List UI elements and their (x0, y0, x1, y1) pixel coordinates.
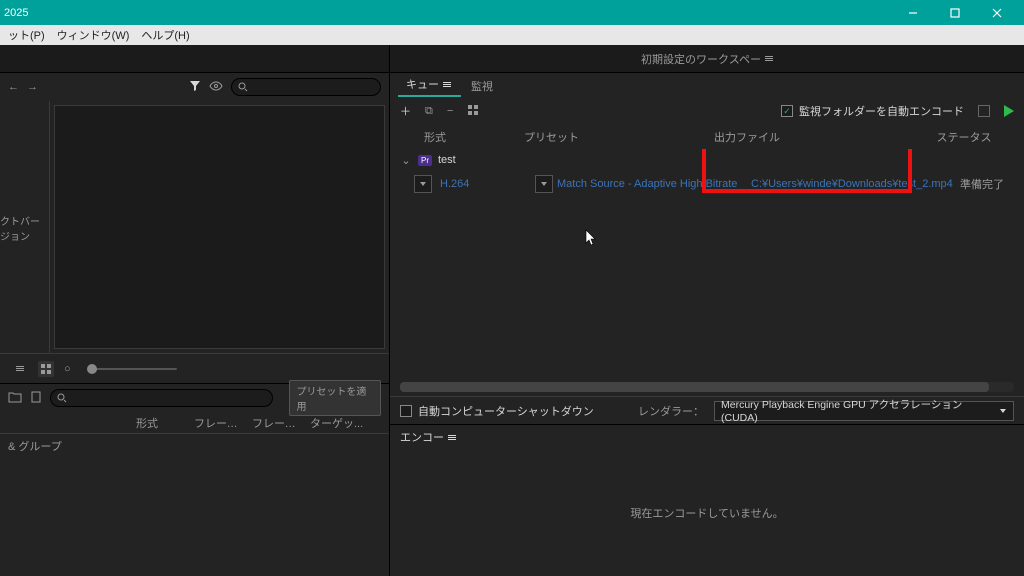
encoding-menu-icon[interactable] (448, 435, 456, 440)
preset-dropdown[interactable] (535, 175, 553, 193)
queue-col-output[interactable]: 出力ファイル (714, 129, 914, 145)
queue-row-status: 準備完了 (960, 176, 1014, 192)
tree-sidebar-label: クトバージョン (0, 101, 50, 353)
thumbnail-size-slider[interactable] (87, 368, 177, 370)
preset-search-input[interactable] (50, 389, 273, 407)
workspace-bar-right: 初期設定のワークスペー (390, 45, 1024, 73)
media-search-input[interactable] (231, 78, 381, 96)
renderer-dropdown[interactable]: Mercury Playback Engine GPU アクセラレーション (C… (714, 401, 1014, 421)
queue-row-preset[interactable]: Match Source - Adaptive High Bitrate (557, 178, 747, 190)
media-tree[interactable] (54, 105, 385, 349)
preset-row[interactable] (0, 482, 389, 506)
preset-browser-panel: プリセットを適用 形式 フレーム... フレーム... ターゲッ... & グル… (0, 383, 389, 576)
checkbox-icon (400, 405, 412, 417)
auto-shutdown-label: 自動コンピューターシャットダウン (418, 403, 594, 419)
close-button[interactable] (976, 0, 1018, 25)
disclosure-triangle-icon[interactable]: ⌄ (400, 154, 412, 167)
menu-preset[interactable]: ット(P) (2, 27, 51, 43)
preset-col-format[interactable]: 形式 (130, 415, 188, 431)
filter-icon[interactable] (189, 80, 201, 95)
tab-queue-label: キュー (406, 76, 439, 92)
queue-col-preset[interactable]: プリセット (524, 129, 714, 145)
preset-folder-icon[interactable] (8, 391, 22, 406)
preset-header-row: 形式 フレーム... フレーム... ターゲッ... (0, 412, 389, 434)
queue-header-row: 形式 プリセット 出力ファイル ステータス (390, 125, 1024, 149)
queue-group[interactable]: ⌄ Pr test (400, 149, 1014, 171)
zoom-slider-dot-icon: ○ (64, 363, 71, 375)
queue-row-output[interactable]: C:¥Users¥winde¥Downloads¥test_2.mp4 (751, 178, 956, 190)
queue-panel: キュー 監視 ＋ ⧉ − 監視フォルダーを自動エンコード (390, 73, 1024, 425)
checkbox-icon (781, 105, 793, 117)
workspace-menu-icon[interactable] (765, 56, 773, 61)
app-year: 2025 (4, 7, 28, 19)
workspace-bar-left (0, 45, 389, 73)
tab-queue[interactable]: キュー (398, 73, 461, 97)
auto-encode-label: 監視フォルダーを自動エンコード (799, 103, 964, 119)
preset-row[interactable]: & グループ (0, 434, 389, 458)
workspace-label[interactable]: 初期設定のワークスペー (641, 51, 761, 67)
queue-bottom-bar: 自動コンピューターシャットダウン レンダラー： Mercury Playback… (390, 396, 1024, 424)
preset-list[interactable]: & グループ (0, 434, 389, 576)
queue-col-status[interactable]: ステータス (914, 129, 1014, 145)
media-browser-panel: ← → クトバージョン (0, 73, 389, 383)
tab-watch[interactable]: 監視 (463, 75, 503, 97)
list-view-icon[interactable] (12, 361, 28, 377)
nav-forward-icon[interactable]: → (27, 81, 38, 93)
reorder-icon[interactable] (467, 104, 479, 119)
titlebar: 2025 (0, 0, 1024, 25)
format-dropdown[interactable] (414, 175, 432, 193)
stop-button[interactable] (978, 105, 990, 117)
auto-shutdown-checkbox[interactable]: 自動コンピューターシャットダウン (400, 403, 594, 419)
preset-col-target[interactable]: ターゲッ... (304, 415, 389, 431)
visibility-icon[interactable] (209, 81, 223, 94)
premiere-badge-icon: Pr (418, 155, 432, 166)
renderer-label: レンダラー： (638, 403, 704, 419)
preset-new-icon[interactable] (30, 391, 42, 406)
add-source-button[interactable]: ＋ (400, 103, 411, 119)
preset-row[interactable] (0, 458, 389, 482)
menu-help[interactable]: ヘルプ(H) (135, 27, 195, 43)
menu-window[interactable]: ウィンドウ(W) (51, 27, 136, 43)
preset-col-frame1[interactable]: フレーム... (188, 415, 246, 431)
maximize-button[interactable] (934, 0, 976, 25)
renderer-value: Mercury Playback Engine GPU アクセラレーション (C… (721, 397, 999, 424)
remove-button[interactable]: − (447, 105, 453, 117)
start-queue-button[interactable] (1004, 105, 1014, 117)
mouse-cursor-icon (584, 229, 598, 250)
menu-bar: ット(P) ウィンドウ(W) ヘルプ(H) (0, 25, 1024, 45)
queue-row-format[interactable]: H.264 (436, 178, 531, 190)
queue-horizontal-scrollbar[interactable] (400, 382, 1014, 392)
chevron-down-icon (999, 407, 1007, 415)
queue-group-name: test (438, 154, 456, 166)
auto-encode-checkbox[interactable]: 監視フォルダーを自動エンコード (781, 103, 964, 119)
preset-col-frame2[interactable]: フレーム... (246, 415, 304, 431)
tab-encoding-label[interactable]: エンコー (400, 429, 444, 445)
encoding-panel: エンコー 現在エンコードしていません。 (390, 425, 1024, 576)
queue-list: ⌄ Pr test H.264 Match Source - Adaptive … (390, 149, 1024, 266)
window-controls (892, 0, 1018, 25)
minimize-button[interactable] (892, 0, 934, 25)
queue-col-format[interactable]: 形式 (424, 129, 524, 145)
nav-back-icon[interactable]: ← (8, 81, 19, 93)
queue-row[interactable]: H.264 Match Source - Adaptive High Bitra… (400, 171, 1014, 197)
encoding-status: 現在エンコードしていません。 (390, 449, 1024, 576)
apply-preset-button[interactable]: プリセットを適用 (289, 380, 381, 416)
tab-queue-menu-icon[interactable] (443, 82, 451, 87)
thumbnail-view-icon[interactable] (38, 361, 54, 377)
view-switch-bar: ○ (0, 353, 389, 383)
duplicate-button[interactable]: ⧉ (425, 105, 433, 118)
